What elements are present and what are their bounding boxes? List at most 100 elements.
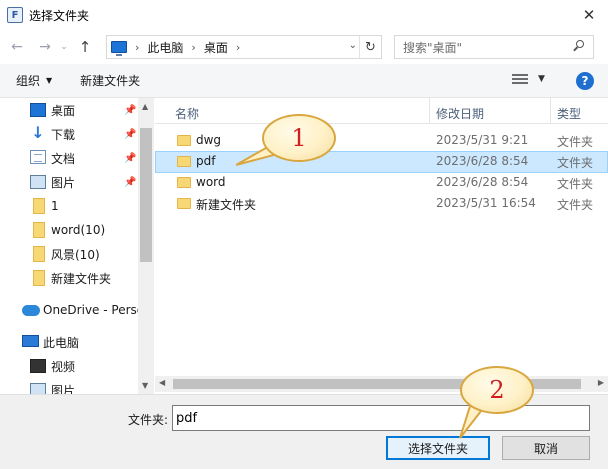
file-name: word [196,175,226,189]
scroll-down-icon[interactable]: ▼ [142,381,148,390]
scroll-up-icon[interactable]: ▲ [142,102,148,111]
search-icon[interactable] [572,39,586,53]
recent-locations-button[interactable]: ⌄ [58,37,70,57]
callout-1: 1 [262,114,336,162]
file-modified: 2023/6/28 8:54 [436,154,529,168]
column-header: ^ 名称 修改日期 类型 [155,98,608,124]
chevron-down-icon[interactable]: ▼ [538,74,545,84]
breadcrumb-this-pc[interactable]: 此电脑 [147,39,183,56]
organize-button[interactable]: 组织 [16,72,40,89]
chevron-right-icon[interactable]: › [191,41,195,54]
file-type: 文件夹 [557,177,594,191]
chevron-right-icon[interactable]: › [236,41,240,54]
sort-ascending-icon: ^ [295,98,303,105]
sidebar-item-label: word(10) [51,223,106,237]
navigation-pane: 桌面 📌 ↓ 下载 📌 文档 📌 图片 📌 1 word(10) 风景(10) … [0,98,154,394]
sidebar-item-documents[interactable]: 文档 📌 [0,146,138,170]
file-name: 新建文件夹 [196,198,257,212]
sidebar-item-pictures-pc[interactable]: 图片 [0,378,138,394]
column-divider[interactable] [429,98,430,124]
video-icon [30,359,46,373]
breadcrumb-desktop[interactable]: 桌面 [204,39,228,56]
sidebar-item-label: 图片 [51,175,76,190]
chevron-right-icon[interactable]: › [135,41,139,54]
cancel-button[interactable]: 取消 [502,436,590,460]
view-options-icon[interactable] [512,74,528,86]
list-item-word[interactable]: word 2023/6/28 8:54 文件夹 [155,172,608,194]
sidebar-item-onedrive[interactable]: OneDrive - Perso [0,298,144,322]
refresh-icon[interactable]: ↻ [359,36,381,58]
folder-icon [33,246,45,262]
sidebar-item-word[interactable]: word(10) [0,218,138,242]
back-button[interactable]: ← [8,37,26,57]
new-folder-button[interactable]: 新建文件夹 [80,72,140,89]
list-item-new-folder[interactable]: 新建文件夹 2023/5/31 16:54 文件夹 [155,193,608,215]
navigation-bar: ← → ⌄ ↑ › 此电脑 › 桌面 › ⌄ ↻ 搜索"桌面" [0,30,608,64]
column-modified[interactable]: 修改日期 [436,105,484,122]
sidebar-item-pictures[interactable]: 图片 📌 [0,170,138,194]
file-name: pdf [196,154,216,168]
search-input[interactable]: 搜索"桌面" [394,35,594,59]
sidebar-item-label: 风景(10) [51,247,100,262]
sidebar-item-downloads[interactable]: ↓ 下载 📌 [0,122,138,146]
picture-icon [30,175,46,189]
file-modified: 2023/5/31 16:54 [436,196,536,210]
folder-icon [177,177,191,188]
file-type: 文件夹 [557,156,594,170]
sidebar-item-label: 桌面 [51,103,76,118]
file-modified: 2023/5/31 9:21 [436,133,529,147]
app-icon: F [7,7,23,23]
pin-icon[interactable]: 📌 [124,177,136,188]
scroll-right-icon[interactable]: ▶ [598,378,604,387]
title-bar: F 选择文件夹 ✕ [0,0,608,30]
chevron-down-icon[interactable]: ⌄ [349,40,357,51]
picture-icon [30,383,46,394]
file-type: 文件夹 [557,135,594,149]
address-bar[interactable]: › 此电脑 › 桌面 › ⌄ ↻ [106,35,382,59]
forward-button[interactable]: → [36,37,54,57]
file-name: dwg [196,133,222,147]
pin-icon[interactable]: 📌 [124,105,136,116]
sidebar-item-label: 此电脑 [43,335,80,350]
sidebar-item-videos[interactable]: 视频 [0,354,138,378]
sidebar-item-label: 文档 [51,151,76,166]
file-list: ^ 名称 修改日期 类型 dwg 2023/5/31 9:21 文件夹 pdf … [155,98,608,394]
list-item-pdf[interactable]: pdf 2023/6/28 8:54 文件夹 [155,151,608,173]
download-icon: ↓ [31,123,45,142]
scrollbar-thumb[interactable] [140,128,152,262]
folder-field-label: 文件夹: [128,413,169,427]
folder-field[interactable] [172,405,590,431]
help-icon[interactable]: ? [576,72,594,90]
folder-icon [33,198,45,214]
close-button[interactable]: ✕ [578,4,600,26]
column-divider[interactable] [550,98,551,124]
sidebar-item-label: 新建文件夹 [51,271,112,286]
document-icon [30,150,46,164]
list-item-dwg[interactable]: dwg 2023/5/31 9:21 文件夹 [155,130,608,152]
pin-icon[interactable]: 📌 [124,129,136,140]
sidebar-item-label: 视频 [51,359,76,374]
horizontal-scrollbar[interactable]: ◀ ▶ [155,376,608,392]
folder-icon [177,135,191,146]
command-toolbar: 组织 ▼ 新建文件夹 ▼ ? [0,64,608,98]
sidebar-item-label: 1 [51,199,59,213]
scroll-left-icon[interactable]: ◀ [159,378,165,387]
column-type[interactable]: 类型 [557,105,581,122]
pin-icon[interactable]: 📌 [124,153,136,164]
folder-icon [33,270,45,286]
sidebar-item-desktop[interactable]: 桌面 📌 [0,98,138,122]
folder-icon [33,222,45,238]
sidebar-scrollbar[interactable]: ▲ ▼ [138,98,154,394]
sidebar-item-scenery[interactable]: 风景(10) [0,242,138,266]
chevron-down-icon[interactable]: ▼ [46,76,52,85]
file-type: 文件夹 [557,198,594,212]
sidebar-item-folder-1[interactable]: 1 [0,194,138,218]
this-pc-icon [22,335,39,347]
window-title: 选择文件夹 [29,8,90,23]
up-button[interactable]: ↑ [76,37,94,57]
file-modified: 2023/6/28 8:54 [436,175,529,189]
column-name[interactable]: 名称 [175,105,199,122]
sidebar-item-label: OneDrive - Perso [43,303,145,317]
sidebar-item-this-pc[interactable]: 此电脑 [0,330,138,354]
sidebar-item-new-folder[interactable]: 新建文件夹 [0,266,138,290]
